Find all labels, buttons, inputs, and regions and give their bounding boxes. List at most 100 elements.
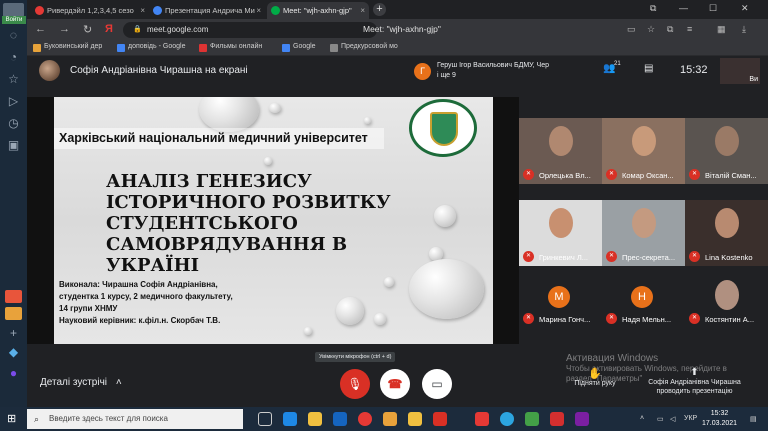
app-icon[interactable] xyxy=(525,412,539,426)
task-view-icon[interactable] xyxy=(258,412,272,426)
participant-name: Орлецька Вл... xyxy=(539,171,591,180)
box-icon[interactable]: ▣ xyxy=(6,138,21,153)
slide-title: АНАЛІЗ ГЕНЕЗИСУ ІСТОРИЧНОГО РОЗВИТКУ СТУ… xyxy=(106,171,391,276)
tab-riverdale[interactable]: Ривердэйл 1,2,3,4,5 сезо × xyxy=(31,2,149,19)
tray-arrow-icon[interactable]: ˄ xyxy=(640,415,644,422)
login-label[interactable]: Войти xyxy=(2,16,26,24)
mic-off-icon: 🎙 xyxy=(347,377,363,391)
participant-tile[interactable]: ✕ Комар Оксан... xyxy=(602,118,685,184)
reload-icon[interactable]: ↻ xyxy=(83,23,92,36)
doc-icon xyxy=(117,44,125,52)
plus-icon[interactable]: + xyxy=(6,326,21,341)
copy-icon[interactable]: ⧉ xyxy=(667,24,673,35)
skype-icon[interactable] xyxy=(500,412,514,426)
participant-video xyxy=(715,280,739,310)
chrome-icon[interactable] xyxy=(358,412,372,426)
participant-tile[interactable]: Н ✕ Надя Мельн... xyxy=(602,272,685,328)
bookmark-item[interactable]: доповідь - Google xyxy=(117,43,185,52)
lock-icon: 🔒 xyxy=(133,26,142,33)
join-notification[interactable]: Г Геруш Ігор Васильович БДМУ, Чер і ще 9 xyxy=(411,60,586,84)
participant-name: Віталій Сман... xyxy=(705,171,757,180)
participant-name: Надя Мельн... xyxy=(622,315,672,324)
bell-icon[interactable]: ◔ xyxy=(6,50,21,65)
profile-avatar[interactable] xyxy=(3,3,24,17)
taskbar: ⊞ ⌕ Введите здесь текст для поиска ˄ ▭ ◁… xyxy=(0,407,768,431)
participant-video xyxy=(632,208,656,238)
forward-icon[interactable]: → xyxy=(59,23,70,35)
meeting-details-button[interactable]: Деталі зустрічі ˄ xyxy=(40,377,122,388)
participant-tile[interactable]: ✕ Віталій Сман... xyxy=(685,118,768,184)
raise-hand-button[interactable]: ✋ Підняти руку xyxy=(565,367,625,387)
notifications-icon[interactable]: ▤ xyxy=(750,415,757,423)
tab-favicon-icon xyxy=(271,6,280,15)
mic-toggle-button[interactable]: 🎙 xyxy=(340,369,370,399)
close-icon[interactable]: × xyxy=(256,2,261,19)
extension-icon[interactable]: ▦ xyxy=(717,24,726,35)
windows-start-icon[interactable]: ⊞ xyxy=(7,413,19,425)
taskbar-clock[interactable]: 15:32 17.03.2021 xyxy=(702,409,737,429)
link-icon[interactable]: ◆ xyxy=(6,345,21,360)
yandex-icon[interactable]: Я xyxy=(105,23,113,35)
purple-app-icon[interactable]: ● xyxy=(6,366,21,381)
store-icon[interactable] xyxy=(333,412,347,426)
keyboard-layout[interactable]: УКР xyxy=(684,415,697,422)
chat-icon[interactable]: ◌ xyxy=(6,28,21,43)
tab-presentation[interactable]: Презентация Андрича Ми × xyxy=(149,2,265,19)
participant-name: Марина Гонч... xyxy=(539,315,591,324)
leave-call-button[interactable]: ☎ xyxy=(380,369,410,399)
participant-tile[interactable]: ✕ Костянтин А... xyxy=(685,272,768,328)
yandex-browser-icon[interactable] xyxy=(475,412,489,426)
camera-toggle-button[interactable]: ▭ xyxy=(422,369,452,399)
mail-icon[interactable] xyxy=(5,290,22,303)
participant-tile[interactable]: ✕ Гринкевич Л... xyxy=(519,200,602,266)
presenter-bar: Софія Андріанівна Чирашна на екрані Г Ге… xyxy=(27,56,768,86)
water-drop xyxy=(336,297,364,325)
chat-icon[interactable]: ▤ xyxy=(644,63,653,74)
taskbar-search[interactable]: ⌕ Введите здесь текст для поиска xyxy=(27,409,243,429)
participant-video xyxy=(549,208,573,238)
explorer-icon[interactable] xyxy=(308,412,322,426)
participant-tile[interactable]: М ✕ Марина Гонч... xyxy=(519,272,602,328)
menu-icon[interactable]: ≡ xyxy=(687,24,692,34)
url-field[interactable]: 🔒 meet.google.com xyxy=(123,22,377,38)
bookmark-star-icon[interactable]: ☆ xyxy=(647,24,655,35)
camera-icon[interactable]: ▭ xyxy=(627,24,636,35)
close-icon[interactable]: × xyxy=(140,2,145,19)
edge-icon[interactable] xyxy=(283,412,297,426)
minimize-icon[interactable]: — xyxy=(679,3,688,13)
participant-tile[interactable]: ✕ Прес-секрета... xyxy=(602,200,685,266)
volume-icon[interactable]: ◁ xyxy=(670,415,675,423)
back-icon[interactable]: ← xyxy=(35,23,46,35)
opera-icon[interactable] xyxy=(550,412,564,426)
files-icon[interactable] xyxy=(383,412,397,426)
film-icon xyxy=(199,44,207,52)
tab-bar: Ривердэйл 1,2,3,4,5 сезо × Презентация А… xyxy=(27,0,768,19)
play-icon[interactable]: ▷ xyxy=(6,94,21,109)
viber-icon[interactable] xyxy=(575,412,589,426)
bookmark-item[interactable]: Предкурсовой мо xyxy=(330,43,398,52)
window-close-icon[interactable]: ✕ xyxy=(741,3,749,14)
camera-icon: ▭ xyxy=(431,377,443,391)
mail-icon[interactable] xyxy=(433,412,447,426)
bookmark-item[interactable]: Фильмы онлайн xyxy=(199,43,262,52)
present-button[interactable]: ⬆ Софія Андріанівна Чирашна проводить пр… xyxy=(627,367,762,396)
university-name: Харківський національний медичний універ… xyxy=(59,131,368,145)
star-icon[interactable]: ☆ xyxy=(6,72,21,87)
download-icon[interactable]: ⤓ xyxy=(742,24,746,35)
clock-icon[interactable]: ◷ xyxy=(6,116,21,131)
maximize-icon[interactable]: ☐ xyxy=(709,3,717,14)
bookmark-item[interactable]: Google xyxy=(282,43,316,52)
close-icon[interactable]: × xyxy=(360,2,365,19)
participant-tile[interactable]: ✕ Lina Kostenko xyxy=(685,200,768,266)
battery-icon: ▭ xyxy=(657,416,664,423)
tab-meet[interactable]: Meet: "wjh-axhn-gjp" × xyxy=(267,2,369,19)
tab-search-icon[interactable]: ⧉ xyxy=(650,3,656,14)
participant-tile[interactable]: ✕ Орлецька Вл... xyxy=(519,118,602,184)
self-view[interactable]: Ви xyxy=(720,58,760,84)
mail-icon-2[interactable] xyxy=(5,307,22,320)
mic-off-icon: ✕ xyxy=(523,169,534,180)
folder-icon[interactable] xyxy=(408,412,422,426)
new-tab-button[interactable]: + xyxy=(373,3,386,16)
participant-name: Комар Оксан... xyxy=(622,171,674,180)
bookmark-item[interactable]: Буковинський дер xyxy=(33,43,102,52)
